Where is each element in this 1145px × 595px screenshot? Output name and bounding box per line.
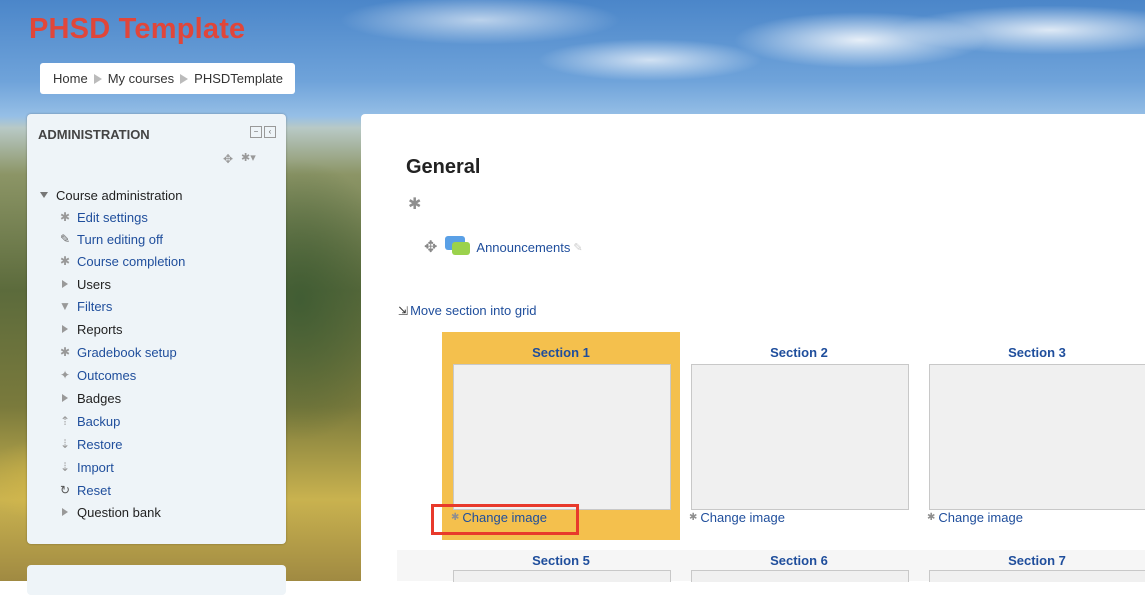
admin-item-gradebook-setup[interactable]: ✱ Gradebook setup bbox=[57, 341, 177, 363]
change-image-control: ✱ Change image bbox=[927, 510, 1023, 525]
admin-item-label: Outcomes bbox=[77, 367, 137, 383]
administration-block: ADMINISTRATION − ‹ ✥ ✱▾ Course administr… bbox=[27, 114, 286, 544]
collapse-arrow-icon bbox=[40, 192, 48, 198]
admin-item-label: Reset bbox=[77, 482, 111, 498]
breadcrumb: Home My courses PHSDTemplate bbox=[40, 63, 296, 94]
section-tile-image[interactable] bbox=[453, 364, 671, 510]
expand-arrow-icon bbox=[62, 280, 68, 288]
section-tile-title[interactable]: Section 7 bbox=[918, 553, 1145, 568]
admin-item-label: Reports bbox=[77, 321, 123, 337]
section-tile-image[interactable] bbox=[929, 570, 1145, 582]
admin-item-label: Restore bbox=[77, 436, 123, 452]
admin-item-reports[interactable]: Reports bbox=[57, 318, 123, 340]
change-image-highlight-box bbox=[431, 504, 579, 535]
outcomes-icon: ✦ bbox=[59, 368, 71, 382]
gear-icon: ✱ bbox=[689, 512, 698, 523]
section-tile-title[interactable]: Section 1 bbox=[442, 345, 680, 360]
admin-item-label: Course completion bbox=[77, 253, 186, 269]
section-tile-image[interactable] bbox=[691, 570, 909, 582]
admin-item-filters[interactable]: ▼ Filters bbox=[57, 295, 112, 317]
download-icon: ⇣ bbox=[59, 437, 71, 451]
breadcrumb-home[interactable]: Home bbox=[53, 71, 88, 86]
edit-title-pencil-icon[interactable]: ✎ bbox=[573, 241, 582, 254]
pencil-icon: ✎ bbox=[59, 232, 71, 246]
section-tile-2[interactable]: Section 2 ✱ Change image bbox=[680, 332, 918, 540]
admin-item-course-completion[interactable]: ✱ Course completion bbox=[57, 250, 185, 272]
announcements-activity: ✥ Announcements ✎ bbox=[424, 236, 583, 258]
admin-item-users[interactable]: Users bbox=[57, 273, 111, 295]
block-controls: − ‹ bbox=[250, 126, 276, 138]
move-section-into-grid-link[interactable]: Move section into grid bbox=[410, 303, 536, 318]
move-section-into-grid: ⇲ Move section into grid bbox=[398, 303, 537, 318]
breadcrumb-my-courses[interactable]: My courses bbox=[108, 71, 174, 86]
course-administration-node[interactable]: Course administration bbox=[40, 184, 182, 206]
section-tile-image[interactable] bbox=[929, 364, 1145, 510]
admin-item-outcomes[interactable]: ✦ Outcomes bbox=[57, 364, 136, 386]
section-row-2: Section 5 Section 6 Section 7 bbox=[397, 550, 1145, 582]
course-administration-label: Course administration bbox=[56, 187, 183, 203]
admin-item-edit-settings[interactable]: ✱ Edit settings bbox=[57, 206, 148, 228]
admin-item-restore[interactable]: ⇣ Restore bbox=[57, 433, 123, 455]
admin-item-turn-editing-off[interactable]: ✎ Turn editing off bbox=[57, 228, 163, 250]
section-tile-title[interactable]: Section 2 bbox=[680, 345, 918, 360]
admin-item-reset[interactable]: ↻ Reset bbox=[57, 479, 111, 501]
change-image-control: ✱ Change image bbox=[689, 510, 785, 525]
gear-icon: ✱ bbox=[59, 345, 71, 359]
reset-icon: ↻ bbox=[59, 483, 71, 497]
expand-arrow-icon bbox=[62, 325, 68, 333]
gear-icon: ✱ bbox=[927, 512, 936, 523]
site-title[interactable]: PHSD Template bbox=[29, 13, 245, 46]
admin-item-label: Backup bbox=[77, 413, 121, 429]
admin-item-label: Users bbox=[77, 276, 111, 292]
move-into-grid-icon: ⇲ bbox=[398, 303, 409, 318]
gear-icon: ✱ bbox=[59, 254, 71, 268]
upload-icon: ⇡ bbox=[59, 414, 71, 428]
breadcrumb-separator-icon bbox=[93, 73, 102, 84]
admin-item-label: Badges bbox=[77, 390, 122, 406]
breadcrumb-separator-icon bbox=[180, 73, 189, 84]
expand-arrow-icon bbox=[62, 394, 68, 402]
move-activity-icon[interactable]: ✥ bbox=[424, 237, 437, 257]
filter-icon: ▼ bbox=[59, 299, 71, 313]
admin-item-label: Gradebook setup bbox=[77, 344, 177, 360]
section-tile-3[interactable]: Section 3 ✱ Change image bbox=[918, 332, 1145, 540]
move-block-icon[interactable]: ✥ bbox=[223, 152, 233, 166]
section-tile-image[interactable] bbox=[453, 570, 671, 582]
edit-section-gear-icon[interactable]: ✱ bbox=[408, 194, 421, 214]
block-settings-gear-icon[interactable]: ✱▾ bbox=[241, 151, 256, 164]
announcements-link[interactable]: Announcements bbox=[476, 240, 570, 255]
collapse-icon[interactable]: − bbox=[250, 126, 262, 138]
admin-item-label: Turn editing off bbox=[77, 231, 163, 247]
admin-item-label: Import bbox=[77, 459, 114, 475]
expand-arrow-icon bbox=[62, 508, 68, 516]
admin-item-label: Question bank bbox=[77, 504, 161, 520]
dock-icon[interactable]: ‹ bbox=[264, 126, 276, 138]
section-tile-title[interactable]: Section 6 bbox=[680, 553, 918, 568]
admin-item-label: Edit settings bbox=[77, 209, 148, 225]
admin-item-question-bank[interactable]: Question bank bbox=[57, 501, 161, 523]
admin-item-label: Filters bbox=[77, 298, 113, 314]
breadcrumb-course[interactable]: PHSDTemplate bbox=[194, 71, 283, 86]
section-tile-title[interactable]: Section 3 bbox=[918, 345, 1145, 360]
change-image-link[interactable]: Change image bbox=[938, 510, 1023, 525]
admin-item-import[interactable]: ⇣ Import bbox=[57, 456, 114, 478]
admin-item-badges[interactable]: Badges bbox=[57, 387, 121, 409]
download-icon: ⇣ bbox=[59, 460, 71, 474]
forum-icon bbox=[445, 236, 471, 258]
section-tile-title[interactable]: Section 5 bbox=[442, 553, 680, 568]
secondary-block bbox=[27, 565, 286, 595]
admin-item-backup[interactable]: ⇡ Backup bbox=[57, 410, 120, 432]
section-tile-image[interactable] bbox=[691, 364, 909, 510]
section-title: General bbox=[406, 156, 481, 178]
gear-icon: ✱ bbox=[59, 210, 71, 224]
administration-block-title: ADMINISTRATION bbox=[38, 127, 150, 142]
change-image-link[interactable]: Change image bbox=[700, 510, 785, 525]
